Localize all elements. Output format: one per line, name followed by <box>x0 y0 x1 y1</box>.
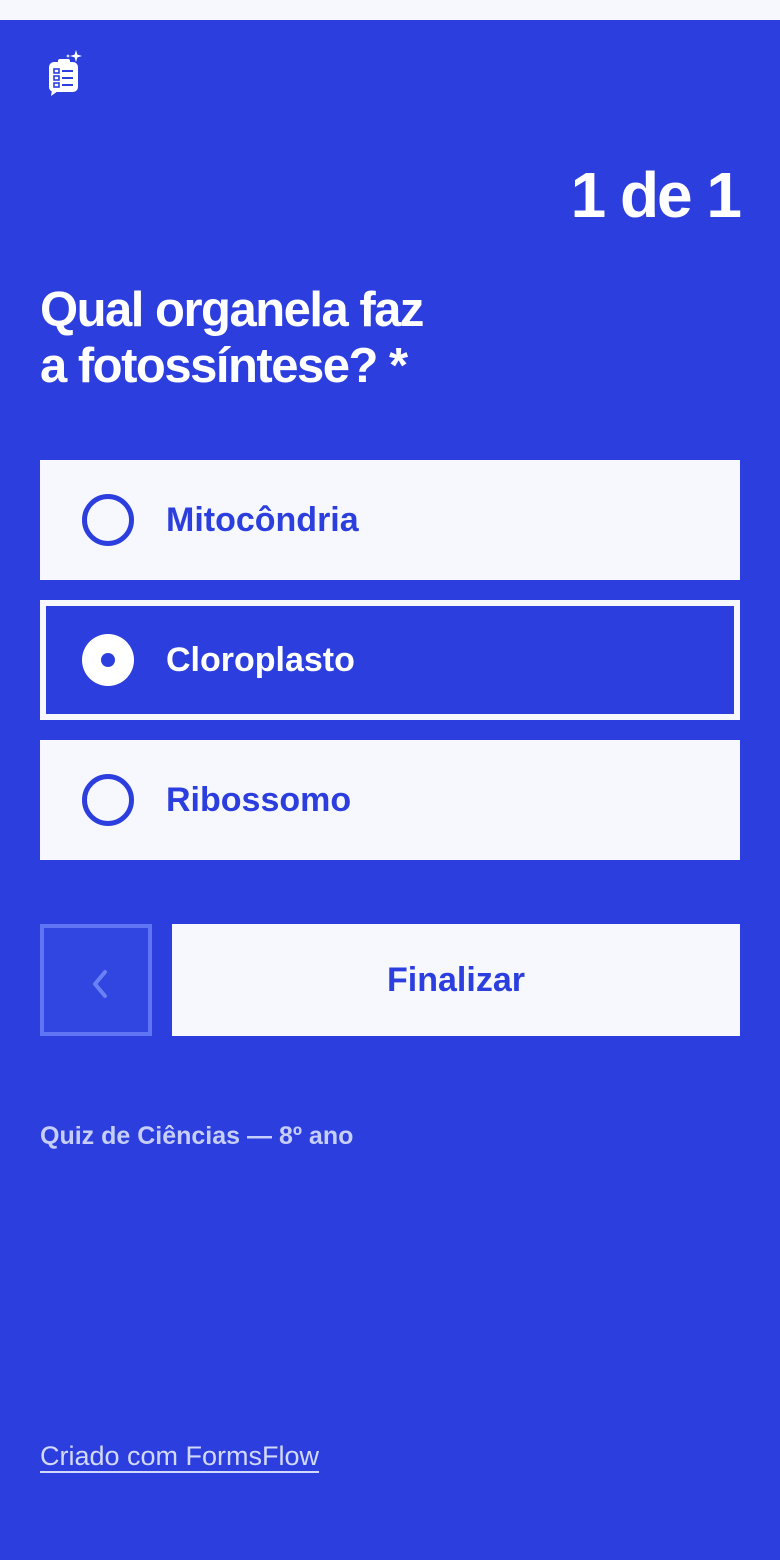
radio-unselected-icon[interactable] <box>82 494 134 546</box>
option-label: Ribossomo <box>166 781 352 819</box>
chevron-left-icon <box>93 970 107 998</box>
option-cloroplasto[interactable]: Cloroplasto <box>40 600 740 720</box>
quiz-title: Quiz de Ciências — 8º ano <box>40 1122 354 1150</box>
question-title-line-2: a fotossíntese? * <box>40 339 408 393</box>
back-button[interactable] <box>40 924 152 1036</box>
radio-unselected-icon[interactable] <box>82 774 134 826</box>
finish-button[interactable]: Finalizar <box>172 924 740 1036</box>
form-checklist-icon <box>46 50 82 96</box>
question-title: Qual organela faz a fotossíntese? * <box>40 282 660 394</box>
question-counter: 1 de 1 <box>570 159 742 231</box>
quiz-panel: 1 de 1 Qual organela faz a fotossíntese?… <box>0 20 780 1560</box>
option-mitocondria[interactable]: Mitocôndria <box>40 460 740 580</box>
option-label: Cloroplasto <box>166 641 355 679</box>
created-with-link[interactable]: Criado com FormsFlow <box>40 1438 319 1474</box>
radio-selected-icon[interactable] <box>82 634 134 686</box>
option-ribossomo[interactable]: Ribossomo <box>40 740 740 860</box>
option-label: Mitocôndria <box>166 501 359 539</box>
question-title-line-1: Qual organela faz <box>40 283 424 337</box>
